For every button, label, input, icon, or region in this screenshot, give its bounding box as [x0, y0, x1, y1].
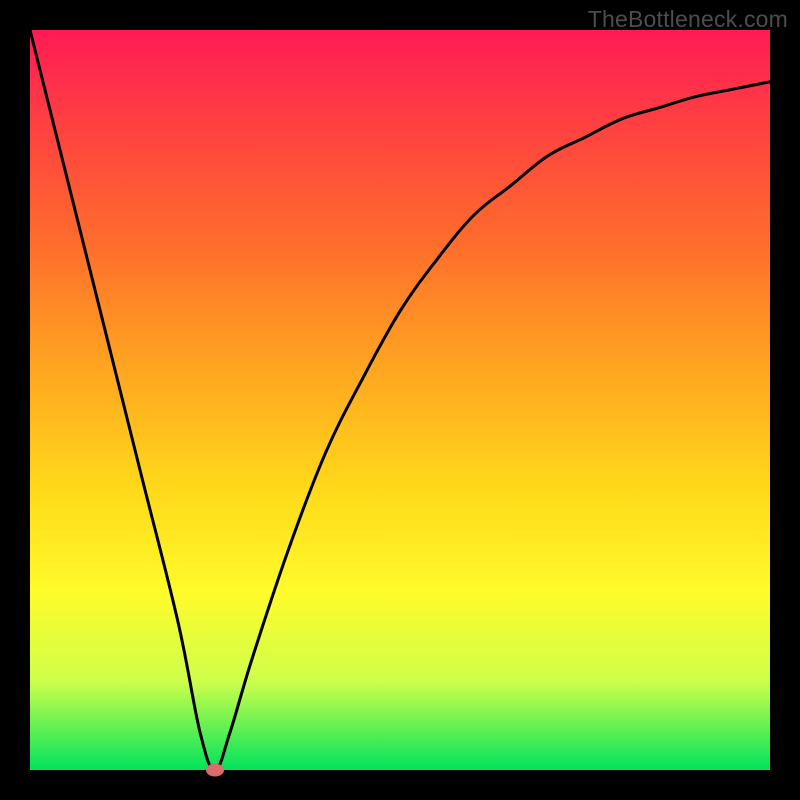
curve-svg — [30, 30, 770, 770]
bottleneck-marker — [206, 764, 224, 777]
bottleneck-curve — [30, 30, 770, 770]
chart-container: TheBottleneck.com — [0, 0, 800, 800]
watermark-text: TheBottleneck.com — [588, 6, 788, 33]
plot-area — [30, 30, 770, 770]
